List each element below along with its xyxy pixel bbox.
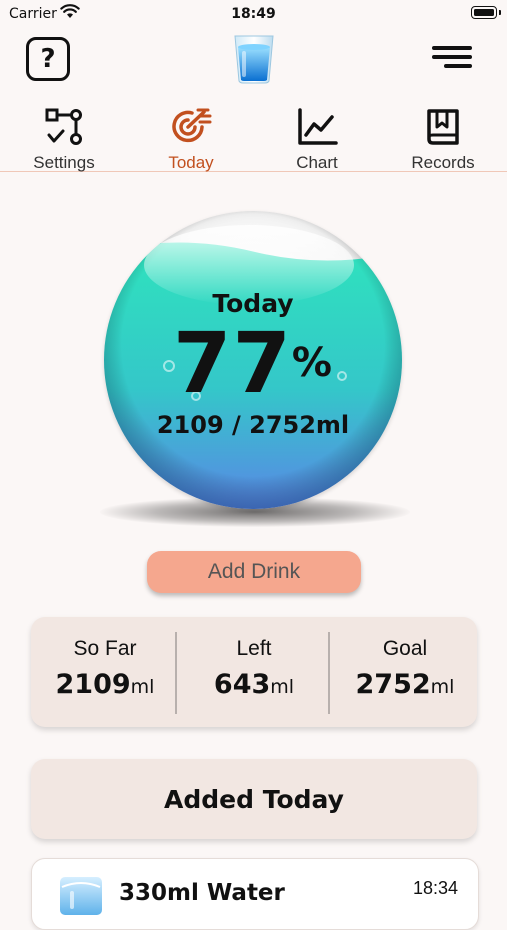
tab-chart[interactable]: Chart: [257, 103, 377, 172]
tab-label: Today: [168, 153, 214, 172]
stat-label: Goal: [382, 637, 428, 660]
stat-unit: ml: [130, 676, 155, 698]
divider: [328, 632, 330, 714]
tab-label: Settings: [33, 153, 95, 172]
stat-so-far: So Far 2109ml: [31, 617, 179, 727]
status-bar: Carrier 18:49: [0, 0, 507, 30]
stat-left: Left 643ml: [180, 617, 328, 727]
battery-cap: [499, 10, 501, 15]
stat-label: So Far: [73, 637, 137, 660]
menu-line: [432, 46, 472, 50]
stat-unit: ml: [270, 676, 295, 698]
add-drink-button[interactable]: Add Drink: [147, 551, 361, 593]
stat-unit: ml: [430, 676, 455, 698]
record-time: 18:34: [412, 878, 458, 898]
tab-bar: Settings Today Chart Records: [0, 103, 507, 172]
clock: 18:49: [231, 6, 276, 22]
divider: [175, 632, 177, 714]
stat-value: 643ml: [180, 669, 328, 700]
tab-records[interactable]: Records: [383, 103, 503, 172]
stat-number: 2109: [55, 669, 131, 700]
menu-line: [432, 55, 472, 59]
record-row[interactable]: 330ml Water 18:34: [31, 858, 479, 930]
stat-value: 2109ml: [31, 669, 179, 700]
added-today-header[interactable]: Added Today: [31, 759, 477, 839]
tab-label: Chart: [296, 153, 338, 172]
percent-sign: %: [291, 340, 333, 386]
stats-card: So Far 2109ml Left 643ml Goal 2752ml: [31, 617, 477, 727]
water-glass-icon: [232, 33, 276, 85]
stat-label: Left: [236, 637, 272, 660]
tab-settings[interactable]: Settings: [4, 103, 124, 172]
settings-flow-icon: [4, 107, 124, 147]
stat-number: 643: [213, 669, 271, 700]
book-icon: [383, 107, 503, 147]
record-name: 330ml Water: [119, 880, 285, 906]
progress-amount: 2109 / 2752ml: [156, 411, 350, 439]
menu-line: [444, 64, 472, 68]
stat-goal: Goal 2752ml: [331, 617, 479, 727]
percent-value: 77: [173, 314, 292, 412]
tab-today[interactable]: Today: [131, 103, 251, 172]
stat-value: 2752ml: [331, 669, 479, 700]
menu-button[interactable]: [432, 46, 472, 72]
stat-number: 2752: [355, 669, 431, 700]
water-progress-orb: Today 77% 2109 / 2752ml: [104, 211, 402, 509]
help-button[interactable]: ?: [26, 37, 70, 81]
tab-label: Records: [411, 153, 475, 172]
battery-icon: [471, 6, 497, 19]
water-glass-icon: [58, 875, 104, 915]
progress-percent: 77%: [104, 321, 402, 405]
target-icon: [131, 107, 251, 147]
line-chart-icon: [257, 107, 377, 147]
question-mark-icon: ?: [40, 44, 56, 74]
